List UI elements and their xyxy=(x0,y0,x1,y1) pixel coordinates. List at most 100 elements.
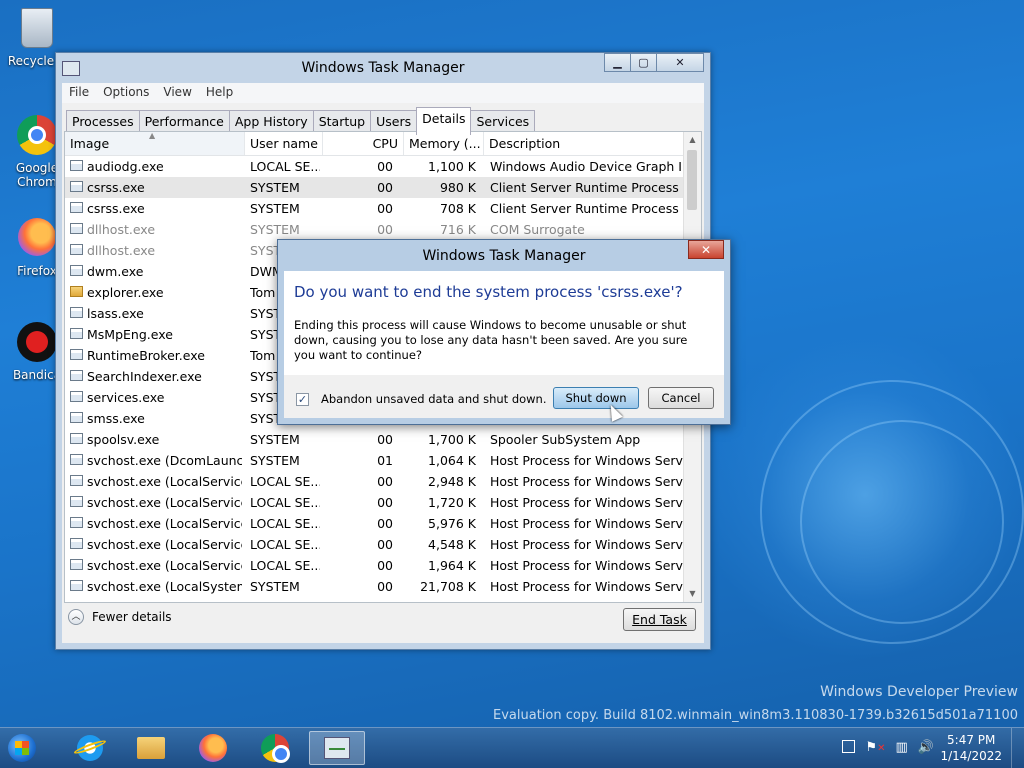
dialog-message: Ending this process will cause Windows t… xyxy=(294,318,688,362)
action-center-icon[interactable] xyxy=(842,740,856,753)
cell-image: smss.exe xyxy=(87,411,145,426)
cell-image: csrss.exe xyxy=(87,201,145,216)
cell-memory: 1,720 K xyxy=(428,495,476,510)
wallpaper-swirl xyxy=(800,420,1004,624)
cell-memory: 1,064 K xyxy=(428,453,476,468)
cell-user: LOCAL SE... xyxy=(250,495,320,510)
cell-user: SYSTEM xyxy=(250,579,300,594)
table-row[interactable]: spoolsv.exe SYSTEM 00 1,700 K Spooler SubSys… xyxy=(65,429,683,450)
cell-image: SearchIndexer.exe xyxy=(87,369,202,384)
table-row[interactable]: svchost.exe (LocalService... LOCAL SE... 0… xyxy=(65,513,690,534)
cell-user: SYSTEM xyxy=(250,432,300,447)
process-icon xyxy=(70,181,83,192)
process-icon xyxy=(70,307,83,318)
tab-processes[interactable]: Processes xyxy=(66,110,140,133)
tab-details[interactable]: Details xyxy=(416,107,472,135)
title-bar[interactable]: Windows Task Manager ▁ ▢ ✕ xyxy=(56,53,710,83)
task-manager-icon xyxy=(324,737,350,759)
end-task-button[interactable]: End Task xyxy=(623,608,696,631)
cell-description: Host Process for Windows Serv... xyxy=(490,516,690,531)
cell-image: spoolsv.exe xyxy=(87,432,160,447)
end-task-label: End Task xyxy=(632,612,687,627)
network-icon[interactable]: ▥ xyxy=(896,740,908,755)
process-icon xyxy=(70,349,83,360)
shut-down-button[interactable]: Shut down xyxy=(553,387,639,409)
clock[interactable]: 5:47 PM 1/14/2022 xyxy=(940,732,1002,764)
cell-memory: 980 K xyxy=(439,180,476,195)
cell-image: audiodg.exe xyxy=(87,159,164,174)
process-icon xyxy=(70,202,83,213)
process-icon xyxy=(70,370,83,381)
cell-image: dwm.exe xyxy=(87,264,144,279)
cell-cpu: 00 xyxy=(377,432,393,447)
tab-users[interactable]: Users xyxy=(370,110,418,133)
table-row[interactable]: svchost.exe (LocalService... LOCAL SE... 0… xyxy=(65,492,690,513)
tab-performance[interactable]: Performance xyxy=(138,110,230,133)
cell-image: MsMpEng.exe xyxy=(87,327,173,342)
cell-image: svchost.exe (LocalService... xyxy=(87,558,242,573)
taskbar-chrome[interactable] xyxy=(247,731,303,765)
abandon-data-checkbox-label[interactable]: Abandon unsaved data and shut down. xyxy=(321,392,547,406)
cell-cpu: 00 xyxy=(377,159,393,174)
table-row[interactable]: svchost.exe (LocalSystem... SYSTEM 00 21,70… xyxy=(65,576,690,597)
show-desktop-button[interactable] xyxy=(1011,728,1024,768)
menu-help[interactable]: Help xyxy=(199,83,240,103)
table-row[interactable]: svchost.exe (LocalService) LOCAL SE... 00 2… xyxy=(65,471,690,492)
table-row[interactable]: svchost.exe (LocalService... LOCAL SE... 0… xyxy=(65,555,690,576)
scroll-up-icon[interactable]: ▲ xyxy=(684,132,701,148)
volume-icon[interactable]: 🔊 xyxy=(918,740,934,755)
table-row[interactable]: csrss.exe SYSTEM 00 980 K Client Server Runt… xyxy=(65,177,683,198)
dialog-close-button[interactable]: ✕ xyxy=(688,240,724,259)
cancel-button[interactable]: Cancel xyxy=(648,387,714,409)
abandon-data-checkbox[interactable]: ✓ xyxy=(296,393,309,406)
fewer-details-link[interactable]: ︿ Fewer details xyxy=(68,609,172,625)
column-header-cpu[interactable]: CPU xyxy=(323,132,404,155)
cell-user: LOCAL SE... xyxy=(250,474,320,489)
start-button[interactable] xyxy=(8,734,36,762)
tab-app-history[interactable]: App History xyxy=(228,110,314,133)
table-row[interactable]: dllhost.exe SYSTEM 00 716 K COM Surrogate xyxy=(65,219,683,240)
process-icon xyxy=(70,160,83,171)
taskbar-firefox[interactable] xyxy=(185,731,241,765)
tab-startup[interactable]: Startup xyxy=(312,110,372,133)
process-icon xyxy=(70,391,83,402)
taskbar-file-explorer[interactable] xyxy=(123,731,179,765)
menu-options[interactable]: Options xyxy=(96,83,156,103)
table-row[interactable]: csrss.exe SYSTEM 00 708 K Client Server Runt… xyxy=(65,198,683,219)
flag-alert-icon[interactable]: ⚑✕ xyxy=(865,740,885,755)
cell-cpu: 00 xyxy=(377,180,393,195)
chrome-icon xyxy=(261,734,290,763)
dialog-footer: ✓ Abandon unsaved data and shut down. Sh… xyxy=(284,375,724,418)
cell-description: Client Server Runtime Process xyxy=(490,201,679,216)
tab-services[interactable]: Services xyxy=(470,110,536,133)
close-button[interactable]: ✕ xyxy=(656,53,704,72)
bandicam-icon xyxy=(15,322,59,366)
minimize-button[interactable]: ▁ xyxy=(604,53,631,72)
table-row[interactable]: svchost.exe (DcomLaunch) SYSTEM 01 1,064 K H… xyxy=(65,450,690,471)
cell-memory: 21,708 K xyxy=(420,579,476,594)
taskbar-internet-explorer[interactable] xyxy=(62,731,118,765)
cell-image: lsass.exe xyxy=(87,306,144,321)
menu-file[interactable]: File xyxy=(62,83,96,103)
column-header-image[interactable]: ▲ Image xyxy=(65,132,245,155)
column-header-user-name[interactable]: User name xyxy=(245,132,323,155)
menu-view[interactable]: View xyxy=(156,83,198,103)
system-tray: ⚑✕ ▥ 🔊 xyxy=(842,740,934,755)
taskbar-task-manager[interactable] xyxy=(309,731,365,765)
cell-description: Windows Audio Device Graph I... xyxy=(490,159,690,174)
table-row[interactable]: audiodg.exe LOCAL SE... 00 1,100 K Windows A… xyxy=(65,156,690,177)
cell-image: RuntimeBroker.exe xyxy=(87,348,205,363)
cell-user: LOCAL SE... xyxy=(250,537,320,552)
cell-image: dllhost.exe xyxy=(87,222,156,237)
cell-memory: 5,976 K xyxy=(428,516,476,531)
scrollbar-thumb[interactable] xyxy=(687,150,697,210)
cell-memory: 708 K xyxy=(439,201,476,216)
maximize-button[interactable]: ▢ xyxy=(630,53,657,72)
column-header-memory[interactable]: Memory (... xyxy=(404,132,484,155)
cell-memory: 1,100 K xyxy=(428,159,476,174)
task-manager-footer: ︿ Fewer details End Task xyxy=(62,599,704,643)
folder-icon xyxy=(70,286,83,297)
column-header-description[interactable]: Description xyxy=(484,132,691,155)
dialog-heading: Do you want to end the system process 'c… xyxy=(294,283,683,301)
table-row[interactable]: svchost.exe (LocalService... LOCAL SE... 0… xyxy=(65,534,690,555)
